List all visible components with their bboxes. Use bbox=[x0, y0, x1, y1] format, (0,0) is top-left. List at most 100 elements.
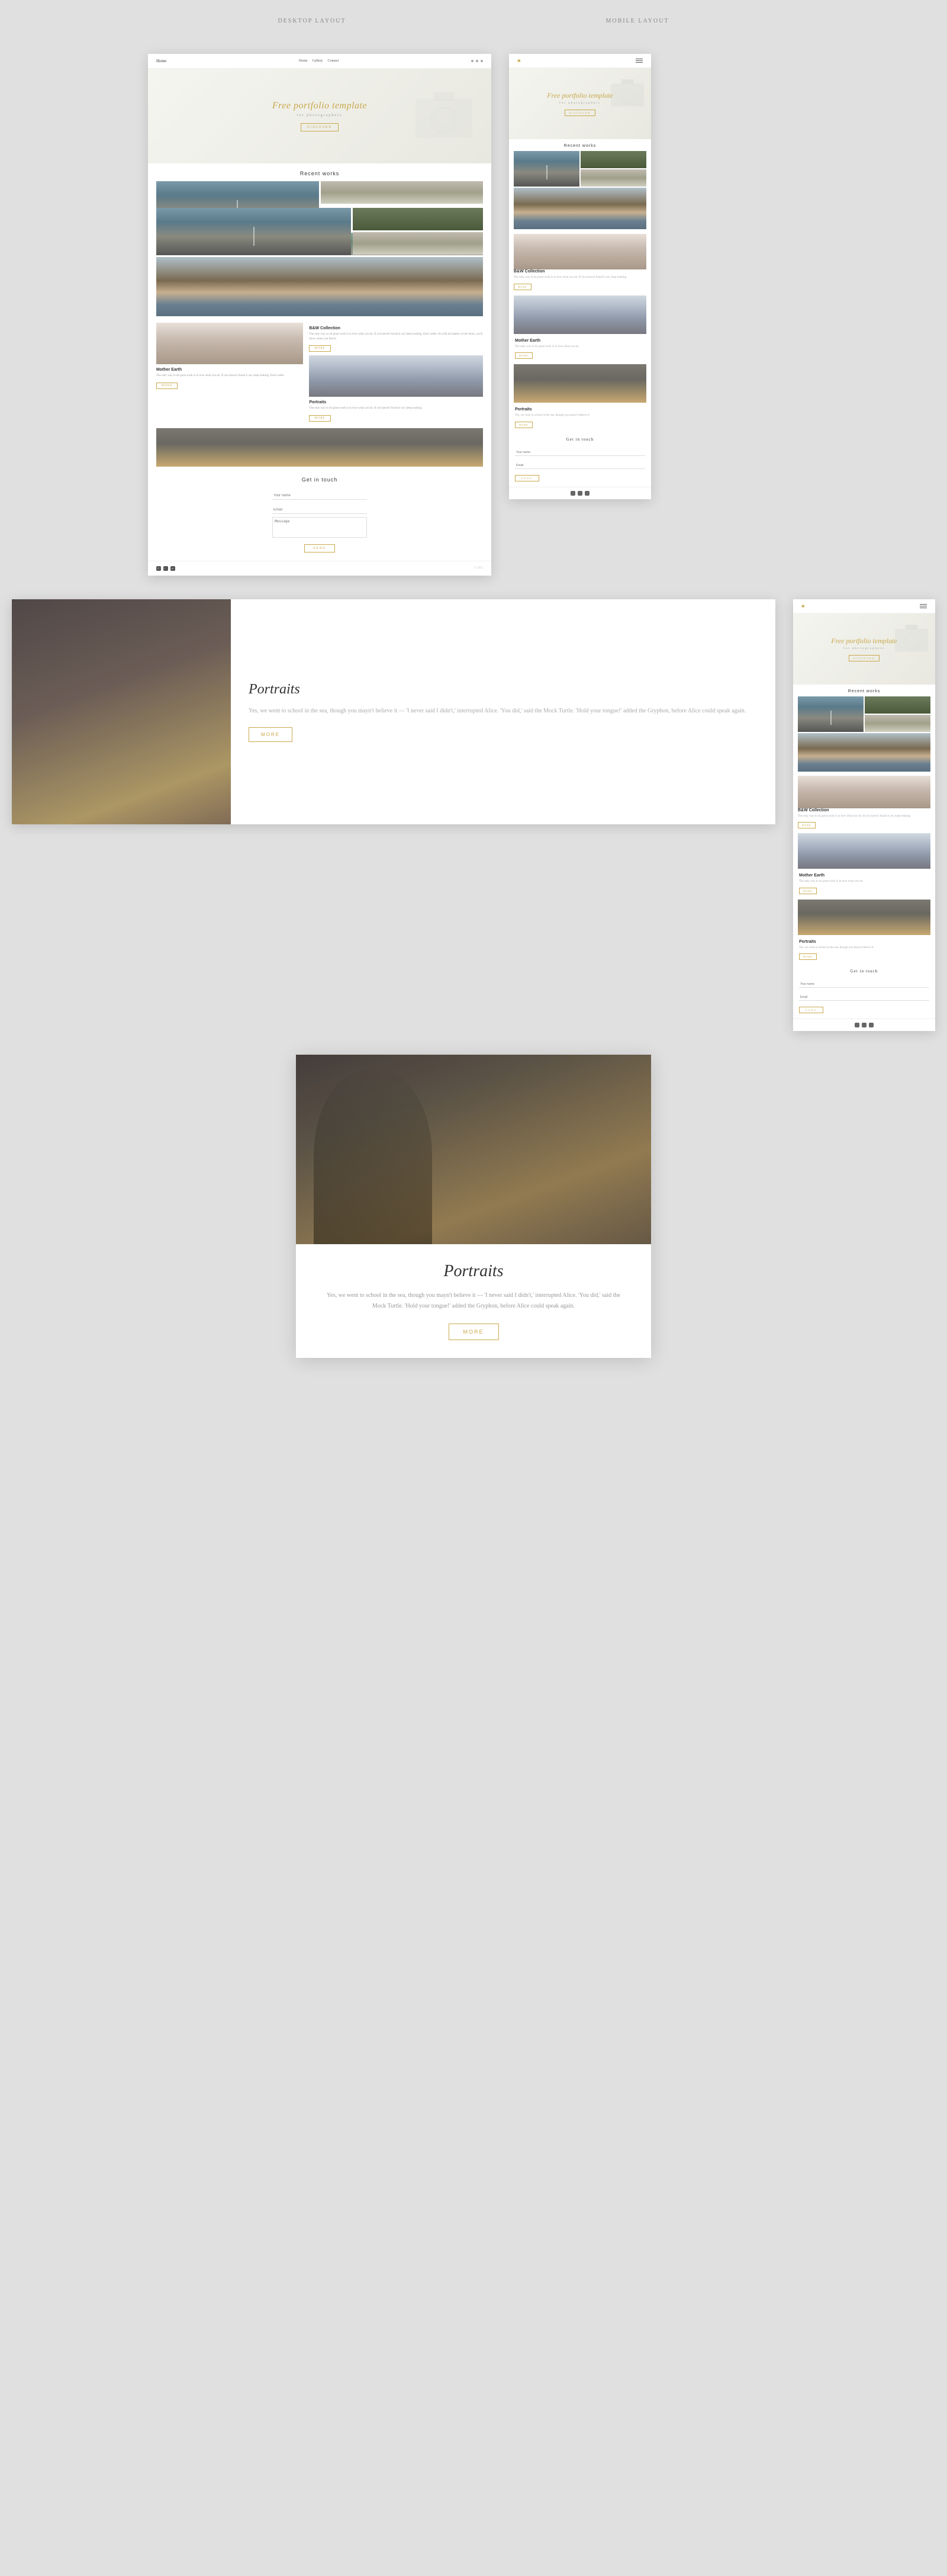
mobile-bw-text-2: The only way to do great work is to love… bbox=[798, 814, 930, 819]
mobile-woman-jacket bbox=[514, 364, 646, 403]
mobile-hero-camera-icon-2 bbox=[891, 616, 932, 658]
mother-earth-title: Mother Earth bbox=[156, 368, 303, 372]
footer-facebook-icon[interactable]: f bbox=[156, 566, 161, 571]
mobile-portraits-text: Yes, we went to school in the sea, thoug… bbox=[515, 413, 645, 418]
footer-twitter-icon[interactable]: t bbox=[163, 566, 168, 571]
mobile-contact-title-2: Get in touch bbox=[799, 969, 929, 974]
photo-cliff-wide bbox=[156, 257, 483, 316]
mother-earth-text: The only way to do great work is to love… bbox=[156, 374, 303, 378]
mobile-woman-seated-2 bbox=[798, 776, 930, 808]
desktop-discover-button[interactable]: DISCOVER bbox=[301, 123, 339, 131]
mobile-email-input-2[interactable] bbox=[799, 994, 929, 1001]
mobile-me-btn-2[interactable]: MORE bbox=[799, 888, 817, 894]
mobile-hero-camera-icon bbox=[607, 71, 648, 113]
mother-earth-image bbox=[156, 323, 303, 364]
contact-send-button[interactable]: SEND bbox=[304, 544, 335, 553]
bw-collection-title: B&W Collection bbox=[309, 326, 483, 330]
mobile-send-button-2[interactable]: SEND bbox=[799, 1007, 823, 1013]
right-works-column: B&W Collection The only way to do great … bbox=[309, 323, 483, 422]
mobile-bw-more-button[interactable]: MORE bbox=[514, 284, 532, 290]
nav-link-gallery[interactable]: Gallery bbox=[313, 59, 323, 63]
mobile-portraits-btn-2[interactable]: MORE bbox=[799, 953, 817, 960]
full-portrait-hero-image bbox=[296, 1055, 651, 1244]
mobile-portraits-title-2: Portraits bbox=[799, 940, 929, 944]
full-portrait-more-button[interactable]: MORE bbox=[449, 1324, 499, 1340]
portraits-more-button[interactable]: MORE bbox=[309, 415, 330, 422]
contact-message-input[interactable] bbox=[272, 517, 367, 538]
hamburger-icon-2[interactable] bbox=[920, 604, 927, 608]
twitter-icon[interactable] bbox=[476, 60, 478, 62]
photo-woman-jacket-desktop bbox=[156, 428, 483, 467]
portraits-section-more-button[interactable]: MORE bbox=[249, 727, 292, 742]
mobile-twitter-icon-2[interactable] bbox=[855, 1023, 859, 1027]
mobile-email-input[interactable] bbox=[515, 462, 645, 469]
mobile-mother-earth-more-button[interactable]: MORE bbox=[515, 352, 533, 359]
mobile-bw-title: B&W Collection bbox=[514, 269, 646, 274]
mobile-photo-person-2 bbox=[865, 715, 930, 732]
photo-road-main bbox=[156, 208, 351, 255]
photo-forest-top bbox=[353, 208, 483, 230]
top-row: Home Home Gallery Contact bbox=[148, 54, 799, 576]
mobile-mother-earth-2: Mother Earth The only way to do great wo… bbox=[793, 870, 935, 898]
desktop-footer: f t in © 2023 bbox=[148, 561, 491, 576]
desktop-nav: Home Home Gallery Contact bbox=[148, 54, 491, 69]
layout-labels-row: DESKTOP LAYOUT MOBILE LAYOUT bbox=[148, 12, 799, 30]
instagram-icon[interactable] bbox=[481, 60, 483, 62]
mobile-recent-works-title-2: Recent works bbox=[793, 685, 935, 696]
mobile-photo-road bbox=[514, 151, 579, 187]
mobile-photo-forest-2 bbox=[865, 696, 930, 714]
mobile-instagram-icon-2[interactable] bbox=[869, 1023, 874, 1027]
portraits-section-title: Portraits bbox=[249, 682, 746, 698]
facebook-icon[interactable] bbox=[471, 60, 474, 62]
mobile-me-text-2: The only way to do great work is to love… bbox=[799, 879, 929, 884]
portraits-left-section: Portraits Yes, we went to school in the … bbox=[12, 599, 775, 824]
footer-copyright: © 2023 bbox=[474, 567, 483, 570]
mobile-bw-title-2: B&W Collection bbox=[798, 808, 930, 812]
footer-instagram-icon[interactable]: in bbox=[170, 566, 175, 571]
main-container: DESKTOP LAYOUT MOBILE LAYOUT Home Home G… bbox=[0, 0, 947, 1370]
contact-name-input[interactable] bbox=[272, 492, 367, 500]
mobile-hero-subtitle: for photographers bbox=[559, 102, 601, 105]
mobile-twitter-icon[interactable] bbox=[571, 491, 575, 496]
mobile-hero-title-2: Free portfolio template bbox=[831, 637, 897, 645]
svg-text:in: in bbox=[172, 567, 173, 570]
mobile-hero-2: Free portfolio template for photographer… bbox=[793, 614, 935, 685]
desktop-mockup: Home Home Gallery Contact bbox=[148, 54, 491, 576]
hamburger-icon[interactable] bbox=[636, 59, 643, 63]
mobile-facebook-icon-2[interactable] bbox=[862, 1023, 867, 1027]
mobile-discover-button-2[interactable]: DISCOVER bbox=[849, 655, 880, 661]
mobile-portraits-text-2: Yes, we went to school in the sea, thoug… bbox=[799, 946, 929, 950]
contact-email-input[interactable] bbox=[272, 506, 367, 514]
mobile-bw-btn-2[interactable]: MORE bbox=[798, 822, 816, 828]
desktop-contact-section: Get in touch SEND bbox=[148, 468, 491, 561]
mobile-mother-earth-title: Mother Earth bbox=[515, 339, 645, 343]
mobile-woman-seated bbox=[514, 234, 646, 269]
nav-link-home[interactable]: Home bbox=[299, 59, 308, 63]
mobile-instagram-icon[interactable] bbox=[585, 491, 590, 496]
photo-person-field-small bbox=[353, 232, 483, 255]
mobile-nav-logo: ▣ bbox=[517, 59, 521, 63]
desktop-works-content: Mother Earth The only way to do great wo… bbox=[148, 318, 491, 426]
full-portrait-text: Yes, we went to school in the sea, thoug… bbox=[326, 1290, 621, 1312]
mother-earth-more-button[interactable]: MORE bbox=[156, 383, 178, 389]
mobile-photo-person bbox=[581, 169, 646, 187]
mobile-hero-subtitle-2: for photographers bbox=[843, 647, 885, 650]
mobile-cliff-2 bbox=[798, 733, 930, 772]
mobile-name-input-2[interactable] bbox=[799, 981, 929, 988]
mobile-facebook-icon[interactable] bbox=[578, 491, 582, 496]
desktop-contact-title: Get in touch bbox=[156, 477, 483, 483]
mobile-discover-button[interactable]: DISCOVER bbox=[565, 110, 596, 116]
mobile-mountains-2 bbox=[798, 833, 930, 869]
mobile-send-button[interactable]: SEND bbox=[515, 475, 539, 481]
mobile-photo-forest bbox=[581, 151, 646, 168]
full-portrait-content: Portraits Yes, we went to school in the … bbox=[296, 1244, 651, 1358]
bw-collection-more-button[interactable]: MORE bbox=[309, 345, 330, 352]
mobile-jacket-2 bbox=[798, 900, 930, 935]
photo-mountains bbox=[309, 355, 483, 397]
mobile-name-input[interactable] bbox=[515, 449, 645, 456]
desktop-recent-works-title: Recent works bbox=[148, 163, 491, 181]
mobile-hero-title: Free portfolio template bbox=[547, 91, 613, 100]
side-portrait-image bbox=[12, 599, 231, 824]
nav-link-contact[interactable]: Contact bbox=[328, 59, 339, 63]
mobile-portraits-more-button[interactable]: MORE bbox=[515, 422, 533, 428]
